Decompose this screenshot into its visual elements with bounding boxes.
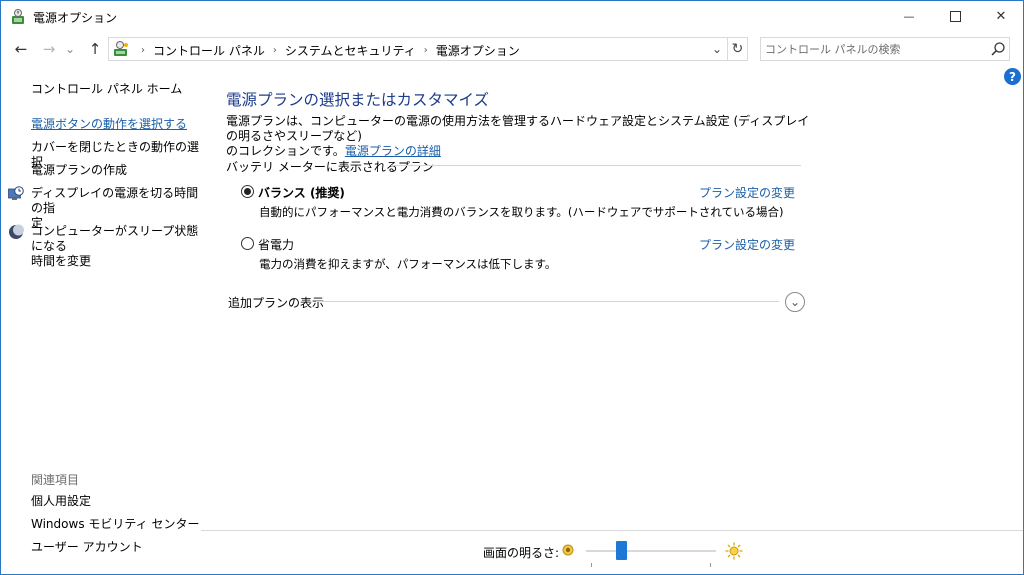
chevron-down-icon: ⌄ [711,42,723,56]
minimize-icon: — [903,10,915,23]
address-dropdown-button[interactable]: ⌄ [707,39,727,59]
navigation-bar: ← → ⌄ ↑ › コントロール パネル › システムとセキュリティ › 電源オ… [1,32,1023,66]
change-plan-settings-power-saver-link[interactable]: プラン設定の変更 [699,236,795,253]
brightness-slider-track[interactable] [586,550,716,552]
chevron-down-icon: ⌄ [64,42,76,56]
power-options-app-icon [12,9,24,24]
breadcrumb-control-panel[interactable]: コントロール パネル [153,42,265,59]
related-item-personalization[interactable]: 個人用設定 [31,494,91,509]
sidebar-item-label: ディスプレイの電源を切る時間の指 [31,186,199,215]
sidebar-item-label: 時間を変更 [31,254,92,268]
plan-description-balanced: 自動的にパフォーマンスと電力消費のバランスを取ります。(ハードウェアでサポートさ… [259,205,784,219]
up-arrow-icon: ↑ [88,40,102,58]
breadcrumb: › コントロール パネル › システムとセキュリティ › 電源オプション [133,42,520,59]
close-icon: ✕ [995,9,1007,24]
forward-button[interactable]: → [39,39,59,59]
related-items-heading: 関連項目 [31,473,80,487]
chevron-down-icon: ⌄ [789,295,801,309]
sidebar-item-create-power-plan[interactable]: 電源プランの作成 [31,163,127,178]
breadcrumb-separator[interactable]: › [273,45,277,56]
sidebar-item-label: コンピューターがスリープ状態になる [31,224,199,253]
page-description: 電源プランは、コンピューターの電源の使用方法を管理するハードウェア設定とシステム… [226,114,816,159]
plan-description-power-saver: 電力の消費を抑えますが、パフォーマンスは低下します。 [259,257,557,271]
search-icon[interactable] [990,41,1006,57]
dim-sun-icon [562,544,574,556]
plan-radio-power-saver[interactable] [241,237,254,250]
sidebar: コントロール パネル ホーム 電源ボタンの動作を選択する カバーを閉じたときの動… [1,66,201,574]
maximize-icon [949,11,961,22]
breadcrumb-separator[interactable]: › [424,45,428,56]
window-title: 電源オプション [33,11,118,25]
brightness-label: 画面の明るさ: [483,546,560,560]
description-text: のコレクションです。 [226,144,345,158]
change-plan-settings-balanced-link[interactable]: プラン設定の変更 [699,184,795,201]
bright-sun-icon [725,542,743,560]
breadcrumb-power-options[interactable]: 電源オプション [436,42,520,59]
up-button[interactable]: ↑ [85,39,105,59]
minimize-button[interactable]: — [886,1,932,32]
page-title: 電源プランの選択またはカスタマイズ [226,91,490,109]
brightness-bar: 画面の明るさ: [201,530,1023,574]
description-line-2: のコレクションです。電源プランの詳細 [226,144,816,159]
refresh-button[interactable]: ↻ [727,38,747,60]
breadcrumb-separator: › [141,45,145,56]
radio-selected-dot [244,188,251,195]
refresh-icon: ↻ [731,41,744,57]
address-bar[interactable]: › コントロール パネル › システムとセキュリティ › 電源オプション ⌄ ↻ [108,37,748,61]
sidebar-item-control-panel-home[interactable]: コントロール パネル ホーム [31,82,182,97]
search-box [760,37,1010,61]
slider-tick [591,563,592,567]
sidebar-item-power-button-action[interactable]: 電源ボタンの動作を選択する [31,117,187,132]
expand-additional-plans-button[interactable]: ⌄ [785,292,805,312]
forward-arrow-icon: → [42,40,56,58]
recent-locations-button[interactable]: ⌄ [63,39,77,59]
breadcrumb-system-security[interactable]: システムとセキュリティ [285,42,416,59]
divider [316,301,779,302]
plan-name-balanced[interactable]: バランス (推奨) [258,184,345,201]
close-button[interactable]: ✕ [978,1,1024,32]
related-item-user-accounts[interactable]: ユーザー アカウント [31,540,143,555]
control-panel-icon [114,41,128,56]
sidebar-item-sleep-time[interactable]: コンピューターがスリープ状態になる 時間を変更 [31,224,201,269]
description-line: 電源プランは、コンピューターの電源の使用方法を管理するハードウェア設定とシステム… [226,114,810,143]
plan-radio-balanced[interactable] [241,185,254,198]
power-plan-details-link[interactable]: 電源プランの詳細 [345,144,441,158]
title-bar: 電源オプション — ✕ [1,1,1023,32]
brightness-slider-thumb[interactable] [615,541,627,560]
plan-name-power-saver[interactable]: 省電力 [258,236,294,253]
battery-meter-plans-label: バッテリ メーターに表示されるプラン [226,160,434,174]
back-arrow-icon: ← [14,40,28,58]
clock-monitor-icon [8,186,24,200]
power-options-window: 電源オプション — ✕ ← → ⌄ ↑ › コントロール パネル › システムと… [0,0,1024,575]
main-content: 電源プランの選択またはカスタマイズ 電源プランは、コンピューターの電源の使用方法… [201,66,1023,531]
search-input[interactable] [765,41,983,57]
show-additional-plans-label[interactable]: 追加プランの表示 [228,294,324,311]
back-button[interactable]: ← [11,39,31,59]
related-item-mobility-center[interactable]: Windows モビリティ センター [31,517,199,532]
divider [391,165,801,166]
maximize-button[interactable] [932,1,978,32]
moon-icon [9,224,24,239]
slider-tick [710,563,711,567]
